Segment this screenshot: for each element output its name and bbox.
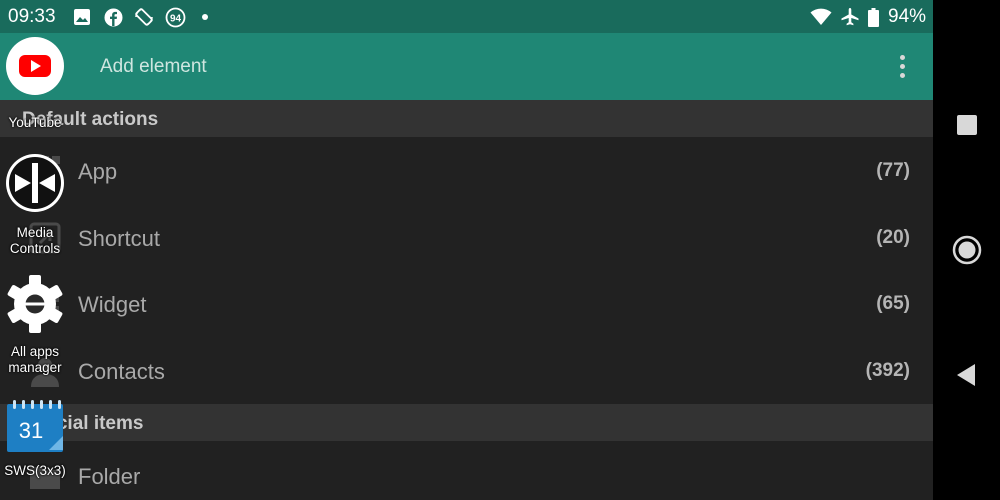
list-item-label: Shortcut bbox=[78, 226, 160, 251]
facebook-icon bbox=[103, 7, 123, 27]
back-button[interactable] bbox=[952, 360, 982, 390]
list-item-label: Widget bbox=[78, 292, 147, 317]
wifi-icon bbox=[810, 7, 832, 27]
badge-94-icon: 94 bbox=[164, 7, 186, 27]
list-item-shortcut[interactable]: Shortcut (20) bbox=[0, 205, 933, 271]
battery-icon bbox=[866, 7, 880, 27]
floating-app-media-controls[interactable]: Media Controls bbox=[0, 151, 70, 261]
section-header-default-actions: Default actions bbox=[0, 100, 933, 137]
floating-app-label: All apps manager bbox=[8, 344, 62, 375]
app-bar: Add element bbox=[0, 33, 933, 100]
youtube-icon bbox=[5, 36, 65, 96]
svg-text:94: 94 bbox=[169, 13, 181, 24]
media-controls-icon bbox=[5, 153, 65, 213]
list-item-count: (65) bbox=[876, 293, 910, 314]
navigation-bar bbox=[933, 0, 1000, 500]
recents-button[interactable] bbox=[952, 110, 982, 140]
page-title: Add element bbox=[100, 56, 207, 77]
floating-app-label: SWS(3x3) bbox=[4, 463, 66, 478]
floating-app-all-apps-manager[interactable]: All apps manager bbox=[0, 272, 70, 382]
list-item-folder[interactable]: Folder bbox=[0, 443, 933, 500]
airplane-icon bbox=[840, 7, 860, 27]
status-time: 09:33 bbox=[8, 6, 56, 27]
list-item-contacts[interactable]: Contacts (392) bbox=[0, 338, 933, 404]
list-item-label: Folder bbox=[78, 464, 141, 489]
home-button[interactable] bbox=[952, 235, 982, 265]
image-icon bbox=[72, 7, 92, 27]
list-item-app[interactable]: App (77) bbox=[0, 138, 933, 204]
list-item-count: (20) bbox=[876, 227, 910, 248]
dot-icon bbox=[195, 7, 215, 27]
status-bar: 09:33 94 94% bbox=[0, 0, 933, 33]
section-header-special-items: Special items bbox=[0, 404, 933, 441]
svg-text:31: 31 bbox=[19, 418, 43, 443]
floating-app-youtube[interactable]: YouTube bbox=[0, 33, 70, 133]
calendar-31-icon: 31 bbox=[5, 398, 65, 458]
settings-gear-icon bbox=[5, 274, 65, 334]
floating-app-sws[interactable]: 31 SWS(3x3) bbox=[0, 393, 70, 500]
overflow-menu-button[interactable] bbox=[890, 52, 916, 82]
list-item-label: Contacts bbox=[78, 359, 165, 384]
element-list: Default actions App (77) Shortcut (20) W… bbox=[0, 100, 933, 500]
rotation-lock-icon bbox=[134, 7, 154, 27]
floating-app-label: Media Controls bbox=[9, 225, 61, 256]
list-item-label: App bbox=[78, 159, 118, 184]
floating-app-label: YouTube bbox=[8, 115, 62, 130]
list-item-count: (77) bbox=[876, 160, 910, 181]
list-item-widget[interactable]: Widget (65) bbox=[0, 271, 933, 337]
battery-percent: 94% bbox=[888, 6, 927, 27]
floating-app-sidebar: YouTube Media Controls All apps manager … bbox=[0, 33, 70, 500]
list-item-count: (392) bbox=[865, 360, 910, 381]
